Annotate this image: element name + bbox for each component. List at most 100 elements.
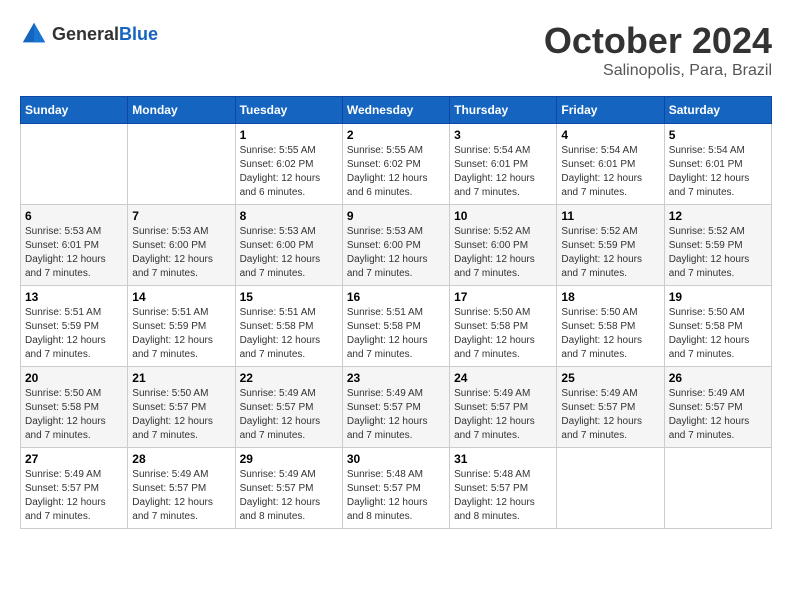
- day-number: 2: [347, 128, 445, 142]
- day-info: Sunrise: 5:53 AM Sunset: 6:01 PM Dayligh…: [25, 225, 123, 281]
- calendar-week-row: 20Sunrise: 5:50 AM Sunset: 5:58 PM Dayli…: [21, 367, 772, 448]
- calendar-cell: 16 Sunrise: 5:51 AM Sunset: 5:58 PM Dayli…: [342, 286, 449, 367]
- calendar-cell: 29Sunrise: 5:49 AM Sunset: 5:57 PM Dayli…: [235, 448, 342, 529]
- day-number: 31: [454, 452, 552, 466]
- day-info: Sunrise: 5:49 AM Sunset: 5:57 PM Dayligh…: [347, 387, 445, 443]
- day-info: Sunrise: 5:54 AM Sunset: 6:01 PM Dayligh…: [669, 144, 767, 200]
- calendar-cell: 21 Sunrise: 5:50 AM Sunset: 5:57 PM Dayli…: [128, 367, 235, 448]
- day-info: Sunrise: 5:49 AM Sunset: 5:57 PM Dayligh…: [25, 468, 123, 524]
- calendar-cell: 22Sunrise: 5:49 AM Sunset: 5:57 PM Dayli…: [235, 367, 342, 448]
- day-number: 23: [347, 371, 445, 385]
- calendar-week-row: 1 Sunrise: 5:55 AM Sunset: 6:02 PM Daylig…: [21, 124, 772, 205]
- calendar-week-row: 6 Sunrise: 5:53 AM Sunset: 6:01 PM Daylig…: [21, 205, 772, 286]
- day-info: Sunrise: 5:54 AM Sunset: 6:01 PM Dayligh…: [454, 144, 552, 200]
- calendar-table: SundayMondayTuesdayWednesdayThursdayFrid…: [20, 96, 772, 529]
- day-info: Sunrise: 5:53 AM Sunset: 6:00 PM Dayligh…: [132, 225, 230, 281]
- day-number: 15: [240, 290, 338, 304]
- day-info: Sunrise: 5:49 AM Sunset: 5:57 PM Dayligh…: [240, 387, 338, 443]
- day-number: 14: [132, 290, 230, 304]
- day-info: Sunrise: 5:50 AM Sunset: 5:58 PM Dayligh…: [454, 306, 552, 362]
- logo: GeneralBlue: [20, 20, 158, 48]
- day-number: 7: [132, 209, 230, 223]
- logo-text-general: General: [52, 24, 119, 44]
- weekday-header-row: SundayMondayTuesdayWednesdayThursdayFrid…: [21, 97, 772, 124]
- day-number: 18: [561, 290, 659, 304]
- weekday-header: Monday: [128, 97, 235, 124]
- day-info: Sunrise: 5:51 AM Sunset: 5:58 PM Dayligh…: [240, 306, 338, 362]
- weekday-header: Wednesday: [342, 97, 449, 124]
- day-info: Sunrise: 5:55 AM Sunset: 6:02 PM Dayligh…: [347, 144, 445, 200]
- calendar-cell: 19Sunrise: 5:50 AM Sunset: 5:58 PM Dayli…: [664, 286, 771, 367]
- calendar-week-row: 27Sunrise: 5:49 AM Sunset: 5:57 PM Dayli…: [21, 448, 772, 529]
- weekday-header: Friday: [557, 97, 664, 124]
- calendar-cell: 27Sunrise: 5:49 AM Sunset: 5:57 PM Dayli…: [21, 448, 128, 529]
- month-title: October 2024: [544, 20, 772, 62]
- day-info: Sunrise: 5:51 AM Sunset: 5:59 PM Dayligh…: [132, 306, 230, 362]
- calendar-cell: 31 Sunrise: 5:48 AM Sunset: 5:57 PM Dayli…: [450, 448, 557, 529]
- calendar-cell: [557, 448, 664, 529]
- page-header: GeneralBlue October 2024 Salinopolis, Pa…: [20, 20, 772, 80]
- day-info: Sunrise: 5:53 AM Sunset: 6:00 PM Dayligh…: [240, 225, 338, 281]
- day-number: 3: [454, 128, 552, 142]
- day-number: 4: [561, 128, 659, 142]
- day-number: 25: [561, 371, 659, 385]
- day-info: Sunrise: 5:54 AM Sunset: 6:01 PM Dayligh…: [561, 144, 659, 200]
- weekday-header: Sunday: [21, 97, 128, 124]
- title-area: October 2024 Salinopolis, Para, Brazil: [544, 20, 772, 80]
- weekday-header: Tuesday: [235, 97, 342, 124]
- day-number: 1: [240, 128, 338, 142]
- calendar-cell: [128, 124, 235, 205]
- day-number: 30: [347, 452, 445, 466]
- location-title: Salinopolis, Para, Brazil: [544, 62, 772, 80]
- calendar-cell: 30 Sunrise: 5:48 AM Sunset: 5:57 PM Dayli…: [342, 448, 449, 529]
- calendar-cell: 3 Sunrise: 5:54 AM Sunset: 6:01 PM Daylig…: [450, 124, 557, 205]
- calendar-cell: 28 Sunrise: 5:49 AM Sunset: 5:57 PM Dayli…: [128, 448, 235, 529]
- logo-text-blue: Blue: [119, 24, 158, 44]
- weekday-header: Saturday: [664, 97, 771, 124]
- day-info: Sunrise: 5:53 AM Sunset: 6:00 PM Dayligh…: [347, 225, 445, 281]
- day-info: Sunrise: 5:50 AM Sunset: 5:58 PM Dayligh…: [669, 306, 767, 362]
- calendar-cell: 10Sunrise: 5:52 AM Sunset: 6:00 PM Dayli…: [450, 205, 557, 286]
- day-info: Sunrise: 5:48 AM Sunset: 5:57 PM Dayligh…: [347, 468, 445, 524]
- day-number: 21: [132, 371, 230, 385]
- day-info: Sunrise: 5:50 AM Sunset: 5:58 PM Dayligh…: [561, 306, 659, 362]
- day-info: Sunrise: 5:49 AM Sunset: 5:57 PM Dayligh…: [561, 387, 659, 443]
- day-number: 5: [669, 128, 767, 142]
- calendar-cell: 24 Sunrise: 5:49 AM Sunset: 5:57 PM Dayli…: [450, 367, 557, 448]
- calendar-cell: 25 Sunrise: 5:49 AM Sunset: 5:57 PM Dayli…: [557, 367, 664, 448]
- day-number: 28: [132, 452, 230, 466]
- calendar-cell: 8 Sunrise: 5:53 AM Sunset: 6:00 PM Daylig…: [235, 205, 342, 286]
- day-info: Sunrise: 5:52 AM Sunset: 6:00 PM Dayligh…: [454, 225, 552, 281]
- day-number: 8: [240, 209, 338, 223]
- calendar-cell: 11Sunrise: 5:52 AM Sunset: 5:59 PM Dayli…: [557, 205, 664, 286]
- day-number: 9: [347, 209, 445, 223]
- day-info: Sunrise: 5:49 AM Sunset: 5:57 PM Dayligh…: [240, 468, 338, 524]
- day-info: Sunrise: 5:51 AM Sunset: 5:58 PM Dayligh…: [347, 306, 445, 362]
- calendar-cell: [664, 448, 771, 529]
- day-number: 12: [669, 209, 767, 223]
- day-info: Sunrise: 5:49 AM Sunset: 5:57 PM Dayligh…: [454, 387, 552, 443]
- day-info: Sunrise: 5:52 AM Sunset: 5:59 PM Dayligh…: [561, 225, 659, 281]
- weekday-header: Thursday: [450, 97, 557, 124]
- calendar-cell: 20Sunrise: 5:50 AM Sunset: 5:58 PM Dayli…: [21, 367, 128, 448]
- calendar-cell: 23 Sunrise: 5:49 AM Sunset: 5:57 PM Dayli…: [342, 367, 449, 448]
- day-info: Sunrise: 5:48 AM Sunset: 5:57 PM Dayligh…: [454, 468, 552, 524]
- calendar-cell: 6 Sunrise: 5:53 AM Sunset: 6:01 PM Daylig…: [21, 205, 128, 286]
- day-info: Sunrise: 5:52 AM Sunset: 5:59 PM Dayligh…: [669, 225, 767, 281]
- day-number: 13: [25, 290, 123, 304]
- logo-icon: [20, 20, 48, 48]
- day-number: 26: [669, 371, 767, 385]
- calendar-cell: 7 Sunrise: 5:53 AM Sunset: 6:00 PM Daylig…: [128, 205, 235, 286]
- day-info: Sunrise: 5:55 AM Sunset: 6:02 PM Dayligh…: [240, 144, 338, 200]
- calendar-cell: 14 Sunrise: 5:51 AM Sunset: 5:59 PM Dayli…: [128, 286, 235, 367]
- calendar-cell: 5 Sunrise: 5:54 AM Sunset: 6:01 PM Daylig…: [664, 124, 771, 205]
- calendar-cell: 4 Sunrise: 5:54 AM Sunset: 6:01 PM Daylig…: [557, 124, 664, 205]
- calendar-week-row: 13 Sunrise: 5:51 AM Sunset: 5:59 PM Dayli…: [21, 286, 772, 367]
- day-number: 6: [25, 209, 123, 223]
- calendar-cell: 17Sunrise: 5:50 AM Sunset: 5:58 PM Dayli…: [450, 286, 557, 367]
- day-number: 16: [347, 290, 445, 304]
- calendar-cell: 9 Sunrise: 5:53 AM Sunset: 6:00 PM Daylig…: [342, 205, 449, 286]
- day-info: Sunrise: 5:49 AM Sunset: 5:57 PM Dayligh…: [132, 468, 230, 524]
- day-info: Sunrise: 5:50 AM Sunset: 5:57 PM Dayligh…: [132, 387, 230, 443]
- day-number: 24: [454, 371, 552, 385]
